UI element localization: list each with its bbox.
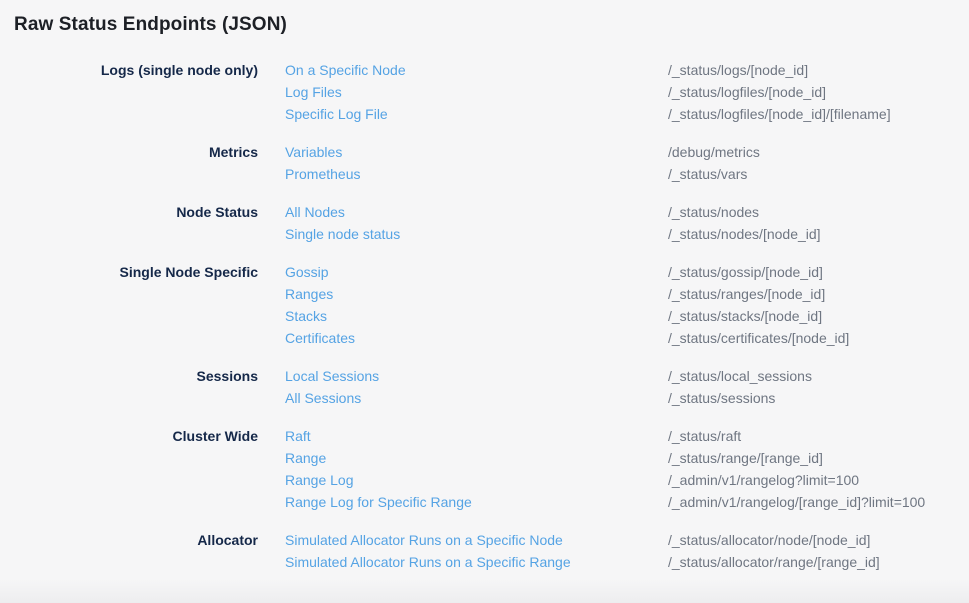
- endpoint-link[interactable]: Raft: [285, 425, 311, 447]
- endpoint-link[interactable]: All Sessions: [285, 387, 361, 409]
- endpoint-link[interactable]: Range: [285, 447, 326, 469]
- endpoint-link[interactable]: Range Log for Specific Range: [285, 491, 472, 513]
- endpoint-link[interactable]: Prometheus: [285, 163, 360, 185]
- endpoint-section: Sessions Local SessionsAll Sessions /_stat…: [14, 365, 969, 409]
- endpoint-links-column: RaftRangeRange LogRange Log for Specific…: [285, 425, 641, 513]
- endpoint-path: /_status/nodes/[node_id]: [668, 223, 969, 245]
- endpoint-link[interactable]: Certificates: [285, 327, 355, 349]
- endpoint-link[interactable]: Ranges: [285, 283, 333, 305]
- endpoint-path: /_status/certificates/[node_id]: [668, 327, 969, 349]
- endpoint-path: /debug/metrics: [668, 141, 969, 163]
- endpoint-paths-column: /_status/logs/[node_id]/_status/logfiles…: [668, 59, 969, 125]
- endpoint-section: Metrics VariablesPrometheus/debug/metrics…: [14, 141, 969, 185]
- category-label: Allocator: [14, 529, 258, 551]
- endpoint-links-column: All NodesSingle node status: [285, 201, 641, 245]
- endpoint-links-column: VariablesPrometheus: [285, 141, 641, 185]
- endpoint-link[interactable]: Gossip: [285, 261, 329, 283]
- endpoint-paths-column: /_status/raft/_status/range/[range_id]/_…: [668, 425, 969, 513]
- endpoint-path: /_status/vars: [668, 163, 969, 185]
- endpoint-paths-column: /_status/local_sessions/_status/sessions: [668, 365, 969, 409]
- endpoint-links-column: On a Specific NodeLog FilesSpecific Log …: [285, 59, 641, 125]
- endpoint-section: Cluster Wide RaftRangeRange LogRange Log …: [14, 425, 969, 513]
- endpoint-link[interactable]: Stacks: [285, 305, 327, 327]
- category-label: Cluster Wide: [14, 425, 258, 447]
- endpoint-path: /_status/raft: [668, 425, 969, 447]
- endpoint-section: Logs (single node only) On a Specific Nod…: [14, 59, 969, 125]
- endpoint-links-column: Local SessionsAll Sessions: [285, 365, 641, 409]
- endpoint-paths-column: /debug/metrics/_status/vars: [668, 141, 969, 185]
- endpoint-path: /_status/allocator/range/[range_id]: [668, 551, 969, 573]
- page-title: Raw Status Endpoints (JSON): [14, 13, 969, 36]
- endpoint-link[interactable]: Simulated Allocator Runs on a Specific N…: [285, 529, 563, 551]
- category-label: Sessions: [14, 365, 258, 387]
- endpoint-link[interactable]: Range Log: [285, 469, 354, 491]
- footer-strip: [0, 579, 969, 603]
- category-label: Single Node Specific: [14, 261, 258, 283]
- endpoints-table: Logs (single node only) On a Specific Nod…: [14, 59, 969, 589]
- endpoint-link[interactable]: On a Specific Node: [285, 59, 406, 81]
- endpoint-paths-column: /_status/allocator/node/[node_id]/_statu…: [668, 529, 969, 573]
- endpoint-path: /_status/sessions: [668, 387, 969, 409]
- category-label: Node Status: [14, 201, 258, 223]
- category-label: Logs (single node only): [14, 59, 258, 81]
- endpoint-section: Node Status All NodesSingle node status /_…: [14, 201, 969, 245]
- endpoint-path: /_status/gossip/[node_id]: [668, 261, 969, 283]
- endpoint-section: Single Node Specific GossipRangesStacksCe…: [14, 261, 969, 349]
- endpoint-links-column: Simulated Allocator Runs on a Specific N…: [285, 529, 641, 573]
- endpoint-path: /_status/stacks/[node_id]: [668, 305, 969, 327]
- endpoint-section: Allocator Simulated Allocator Runs on a S…: [14, 529, 969, 573]
- endpoint-path: /_status/ranges/[node_id]: [668, 283, 969, 305]
- endpoint-path: /_admin/v1/rangelog?limit=100: [668, 469, 969, 491]
- endpoint-path: /_status/logfiles/[node_id]/[filename]: [668, 103, 969, 125]
- endpoint-path: /_status/logfiles/[node_id]: [668, 81, 969, 103]
- endpoints-page: Raw Status Endpoints (JSON) Logs (single…: [0, 0, 969, 589]
- endpoint-paths-column: /_status/gossip/[node_id]/_status/ranges…: [668, 261, 969, 349]
- endpoint-link[interactable]: Single node status: [285, 223, 400, 245]
- endpoint-paths-column: /_status/nodes/_status/nodes/[node_id]: [668, 201, 969, 245]
- endpoint-path: /_status/range/[range_id]: [668, 447, 969, 469]
- endpoint-link[interactable]: Specific Log File: [285, 103, 388, 125]
- endpoint-link[interactable]: Variables: [285, 141, 342, 163]
- category-label: Metrics: [14, 141, 258, 163]
- endpoint-link[interactable]: All Nodes: [285, 201, 345, 223]
- endpoint-link[interactable]: Simulated Allocator Runs on a Specific R…: [285, 551, 571, 573]
- endpoint-path: /_status/nodes: [668, 201, 969, 223]
- endpoint-link[interactable]: Log Files: [285, 81, 342, 103]
- endpoint-path: /_status/local_sessions: [668, 365, 969, 387]
- endpoint-path: /_status/allocator/node/[node_id]: [668, 529, 969, 551]
- endpoint-link[interactable]: Local Sessions: [285, 365, 379, 387]
- endpoint-path: /_admin/v1/rangelog/[range_id]?limit=100: [668, 491, 969, 513]
- endpoint-path: /_status/logs/[node_id]: [668, 59, 969, 81]
- endpoint-links-column: GossipRangesStacksCertificates: [285, 261, 641, 349]
